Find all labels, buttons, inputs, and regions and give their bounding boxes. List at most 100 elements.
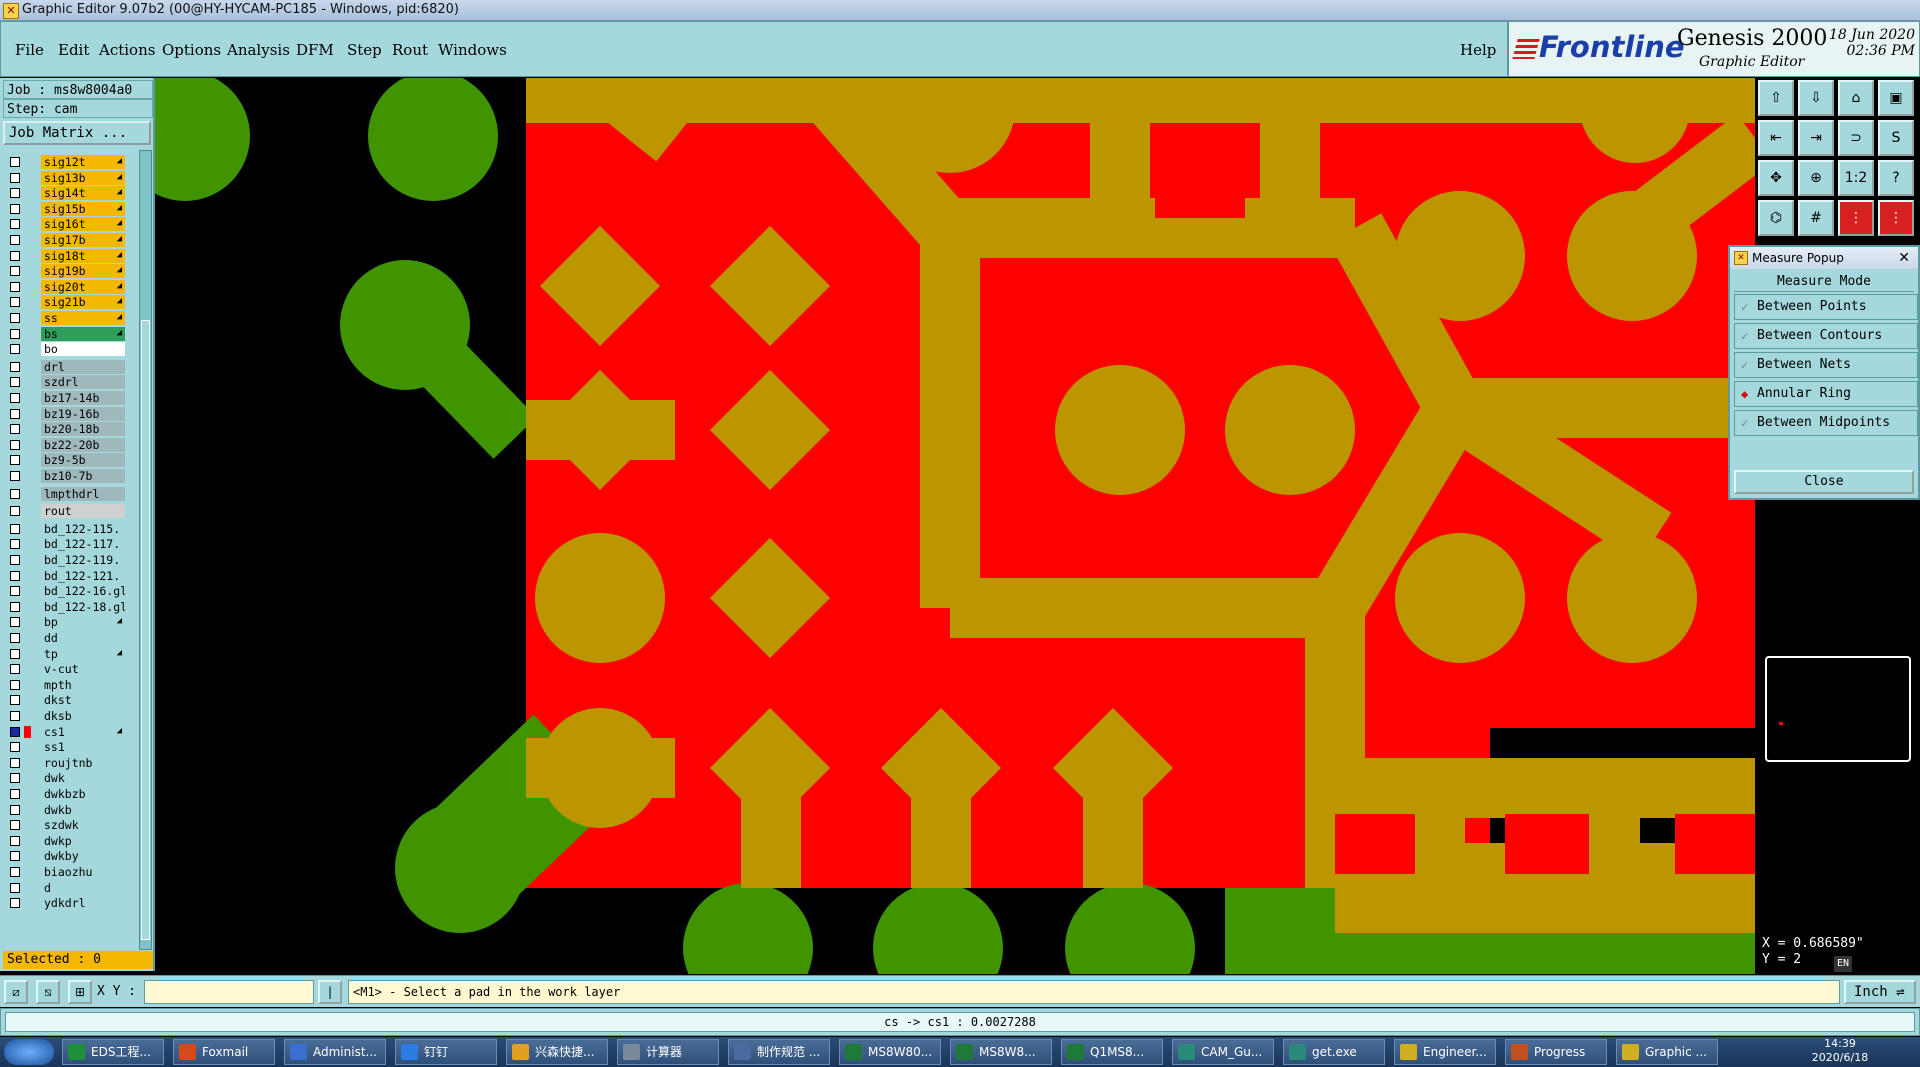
layer-checkbox[interactable]: [10, 471, 20, 481]
layer-name[interactable]: cs1: [41, 724, 125, 739]
taskbar-app-button[interactable]: Foxmail: [173, 1039, 275, 1065]
mirror-icon[interactable]: ⊃: [1838, 120, 1874, 156]
grid-icon[interactable]: #: [1798, 200, 1834, 236]
layer-row[interactable]: bz10-7b: [3, 468, 125, 483]
pan-right-icon[interactable]: ⇥: [1798, 120, 1834, 156]
layer-checkbox[interactable]: [10, 203, 20, 214]
layer-row[interactable]: bz19-16b: [3, 406, 125, 421]
layer-checkbox[interactable]: [10, 328, 20, 339]
layer-checkbox[interactable]: [10, 648, 20, 659]
layer-row[interactable]: dwkbzb: [3, 786, 125, 801]
layer-checkbox[interactable]: [10, 377, 20, 388]
layer-name[interactable]: szdrl: [41, 375, 125, 390]
option-between-midpoints[interactable]: ✓ Between Midpoints: [1734, 410, 1918, 436]
layer-name[interactable]: szdwk: [41, 818, 125, 833]
layer-row[interactable]: dkst: [3, 692, 125, 708]
taskbar-app-button[interactable]: 计算器: [617, 1039, 719, 1065]
layer-checkbox[interactable]: [10, 157, 20, 167]
layer-row[interactable]: ss ◢: [3, 310, 125, 325]
zoom-down-icon[interactable]: ⇩: [1798, 80, 1834, 116]
layer-row[interactable]: ydkdrl: [3, 895, 125, 911]
menu-dfm[interactable]: DFM: [296, 41, 334, 59]
xy-input[interactable]: [144, 980, 314, 1004]
taskbar-app-button[interactable]: get.exe: [1283, 1039, 1385, 1065]
layer-checkbox[interactable]: [10, 570, 20, 581]
layer-row[interactable]: sig21b ◢: [3, 294, 125, 310]
option-between-nets[interactable]: ✓ Between Nets: [1734, 352, 1918, 378]
taskbar-app-button[interactable]: 制作规范 ...: [728, 1039, 830, 1065]
layer-checkbox[interactable]: [10, 757, 20, 768]
layer-name[interactable]: sig12t: [41, 155, 125, 169]
option-between-contours[interactable]: ✓ Between Contours: [1734, 323, 1918, 349]
layer-checkbox[interactable]: [10, 439, 20, 450]
layer-row[interactable]: bd_122-16.gl: [3, 583, 125, 599]
layer-row[interactable]: bz20-18b: [3, 421, 125, 437]
layer-name[interactable]: dwkbzb: [41, 787, 125, 801]
layer-name[interactable]: dwk: [41, 771, 125, 786]
layer-name[interactable]: sig21b: [41, 295, 125, 310]
layer-row[interactable]: dwkb: [3, 802, 125, 817]
taskbar-app-button[interactable]: EDS工程...: [62, 1039, 164, 1065]
layer-checkbox[interactable]: [10, 789, 20, 799]
menu-rout[interactable]: Rout: [392, 41, 428, 59]
taskbar-app-button[interactable]: 兴森快捷...: [506, 1039, 608, 1065]
layer-name[interactable]: dksb: [41, 709, 125, 723]
layer-name[interactable]: bd_122-115.: [41, 521, 125, 536]
layer-row[interactable]: sig18t ◢: [3, 248, 125, 263]
layer-checkbox[interactable]: [10, 804, 20, 815]
layer-checkbox[interactable]: [10, 820, 20, 831]
layer-row[interactable]: szdwk: [3, 817, 125, 833]
taskbar-app-button[interactable]: Graphic ...: [1616, 1039, 1718, 1065]
layer-checkbox[interactable]: [10, 835, 20, 846]
help-icon[interactable]: ?: [1878, 160, 1914, 196]
layer-row[interactable]: sig17b ◢: [3, 232, 125, 247]
layer-checkbox[interactable]: [10, 664, 20, 675]
layer-row[interactable]: bd_122-121.: [3, 568, 125, 583]
zoom-home-icon[interactable]: ⇧: [1758, 80, 1794, 116]
layer-checkbox[interactable]: [10, 361, 20, 372]
layer-name[interactable]: roujtnb: [41, 755, 125, 770]
snap-grid-icon[interactable]: ⊞: [68, 980, 92, 1004]
layer-row[interactable]: sig16t ◢: [3, 216, 125, 232]
layer-name[interactable]: bz19-16b: [41, 406, 125, 421]
layer-name[interactable]: d: [41, 880, 125, 895]
popup-close-icon[interactable]: ✕: [1898, 247, 1910, 269]
layer-name[interactable]: sig17b: [41, 233, 125, 247]
layer-checkbox[interactable]: [10, 393, 20, 403]
layer-row[interactable]: szdrl: [3, 374, 125, 390]
layer-row[interactable]: ss1: [3, 739, 125, 755]
layer-row[interactable]: bd_122-18.gl: [3, 599, 125, 614]
layer-checkbox[interactable]: [10, 617, 20, 628]
layer-name[interactable]: ydkdrl: [41, 896, 125, 911]
layer-row[interactable]: roujtnb: [3, 755, 125, 770]
layer-row[interactable]: bd_122-115.: [3, 521, 125, 536]
layer-checkbox[interactable]: [10, 424, 20, 435]
start-button[interactable]: [4, 1039, 54, 1065]
layer-row[interactable]: biaozhu: [3, 864, 125, 879]
layer-settings-icon[interactable]: ⋮: [1838, 200, 1874, 236]
layer-checkbox[interactable]: [10, 188, 20, 199]
layer-name[interactable]: sig15b: [41, 201, 125, 216]
taskbar-app-button[interactable]: Administ...: [284, 1039, 386, 1065]
option-between-points[interactable]: ✓ Between Points: [1734, 294, 1918, 320]
layer-name[interactable]: bd_122-18.gl: [41, 599, 125, 614]
layer-name[interactable]: sig18t: [41, 248, 125, 263]
layer-row[interactable]: drl: [3, 359, 125, 374]
layer-row[interactable]: sig13b ◢: [3, 170, 125, 185]
scale-icon[interactable]: 1:2: [1838, 160, 1874, 196]
layer-name[interactable]: bz17-14b: [41, 391, 125, 405]
layer-checkbox[interactable]: [10, 695, 20, 706]
layer-checkbox[interactable]: [10, 898, 20, 909]
overview-minimap[interactable]: [1765, 656, 1911, 762]
layer-checkbox[interactable]: [10, 586, 20, 597]
layer-name[interactable]: bz22-20b: [41, 437, 125, 452]
layer-name[interactable]: bz10-7b: [41, 469, 125, 483]
layer-name[interactable]: sig16t: [41, 217, 125, 232]
menu-file[interactable]: File: [15, 41, 44, 59]
layer-checkbox[interactable]: [10, 219, 20, 230]
layer-checkbox[interactable]: [10, 726, 20, 737]
layer-row[interactable]: dd: [3, 630, 125, 645]
ime-indicator[interactable]: EN: [1834, 956, 1853, 972]
layer-checkbox[interactable]: [10, 742, 20, 753]
layer-name[interactable]: dwkb: [41, 802, 125, 817]
